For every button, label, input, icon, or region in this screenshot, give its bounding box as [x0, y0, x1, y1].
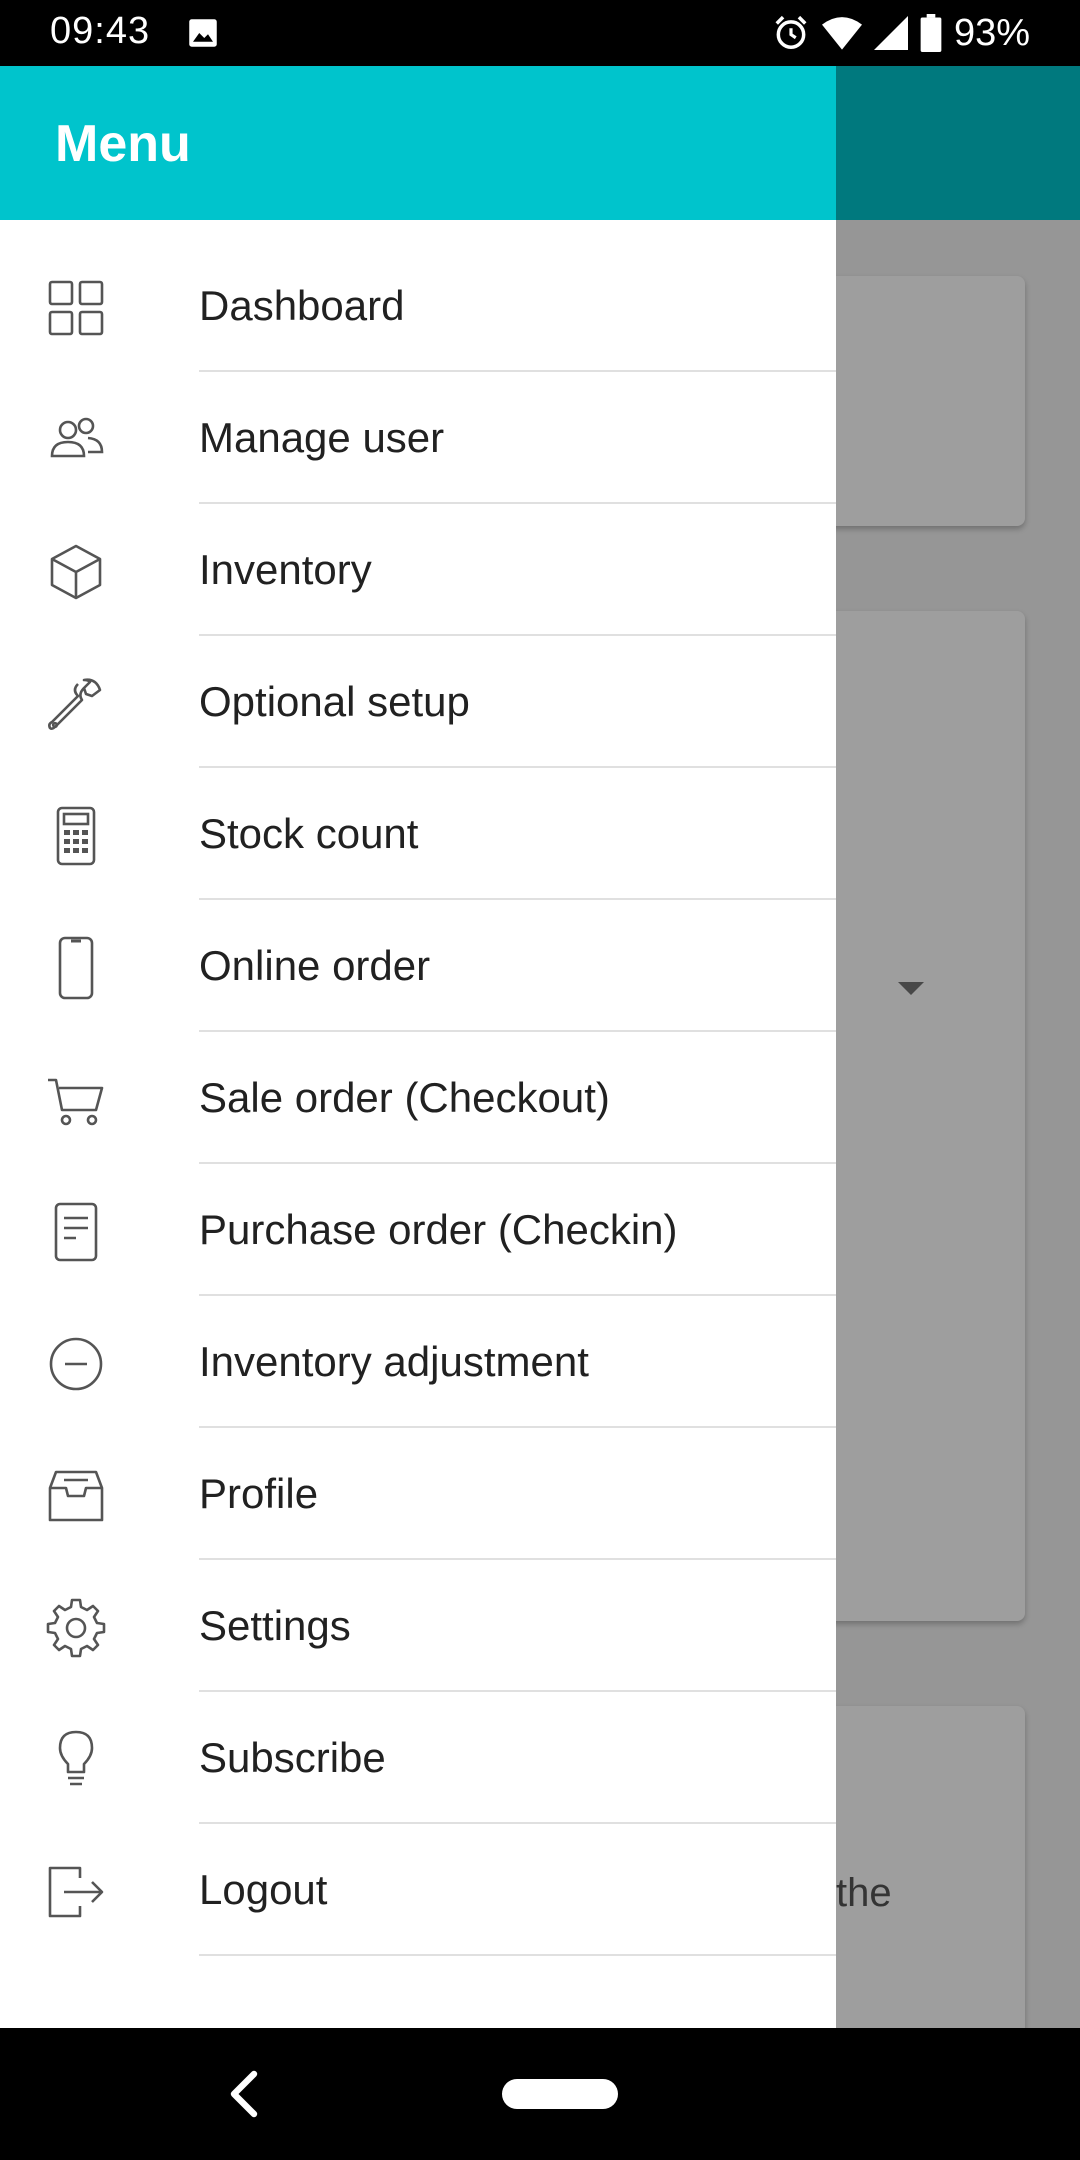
menu-list: Dashboard Manage user Inventory Optional…	[0, 220, 836, 1956]
minus-circle-icon	[44, 1332, 108, 1396]
menu-item-sale-order[interactable]: Sale order (Checkout)	[0, 1032, 836, 1164]
menu-item-manage-user[interactable]: Manage user	[0, 372, 836, 504]
battery-icon	[920, 14, 942, 52]
gear-icon	[44, 1596, 108, 1660]
drawer-header: Menu	[0, 66, 836, 220]
alarm-icon	[775, 15, 807, 49]
image-icon	[189, 19, 217, 47]
wrench-icon	[44, 672, 108, 736]
status-time: 09:43	[50, 10, 151, 52]
menu-item-dashboard[interactable]: Dashboard	[0, 240, 836, 372]
menu-item-stock-count[interactable]: Stock count	[0, 768, 836, 900]
battery-percent: 93%	[953, 11, 1030, 54]
menu-item-settings[interactable]: Settings	[0, 1560, 836, 1692]
menu-item-label: Manage user	[199, 414, 445, 461]
cart-icon	[44, 1068, 108, 1132]
menu-item-online-order[interactable]: Online order	[0, 900, 836, 1032]
menu-item-optional-setup[interactable]: Optional setup	[0, 636, 836, 768]
back-icon[interactable]	[222, 2068, 266, 2120]
navigation-drawer: Menu Dashboard Manage user Inventory Opt…	[0, 66, 836, 2028]
menu-item-label: Online order	[199, 942, 431, 989]
calculator-icon	[44, 804, 108, 868]
menu-item-purchase-order[interactable]: Purchase order (Checkin)	[0, 1164, 836, 1296]
menu-item-label: Stock count	[199, 810, 419, 857]
menu-item-subscribe[interactable]: Subscribe	[0, 1692, 836, 1824]
dashboard-grid-icon	[44, 276, 108, 340]
signal-icon	[873, 16, 908, 50]
divider	[199, 1954, 836, 1956]
menu-item-inventory-adjustment[interactable]: Inventory adjustment	[0, 1296, 836, 1428]
menu-item-profile[interactable]: Profile	[0, 1428, 836, 1560]
menu-item-label: Dashboard	[199, 282, 405, 329]
drawer-title: Menu	[55, 115, 191, 173]
menu-item-logout[interactable]: Logout	[0, 1824, 836, 1956]
lightbulb-icon	[44, 1728, 108, 1792]
menu-item-label: Purchase order (Checkin)	[199, 1206, 678, 1253]
users-icon	[44, 408, 108, 472]
home-pill[interactable]	[502, 2079, 618, 2109]
phone-icon	[44, 936, 108, 1000]
logout-icon	[44, 1860, 108, 1924]
menu-item-inventory[interactable]: Inventory	[0, 504, 836, 636]
box-icon	[44, 540, 108, 604]
system-nav-bar	[0, 2028, 1080, 2160]
menu-item-label: Logout	[199, 1866, 328, 1913]
document-icon	[44, 1200, 108, 1264]
menu-item-label: Optional setup	[199, 678, 470, 725]
wifi-icon	[821, 17, 862, 50]
menu-item-label: Profile	[199, 1470, 319, 1517]
menu-item-label: Subscribe	[199, 1734, 386, 1781]
status-bar: 09:43 93%	[0, 0, 1080, 66]
inbox-icon	[44, 1464, 108, 1528]
status-icons: 93%	[772, 10, 1030, 56]
menu-item-label: Inventory adjustment	[199, 1338, 589, 1385]
menu-item-label: Sale order (Checkout)	[199, 1074, 610, 1121]
menu-item-label: Inventory	[199, 546, 372, 593]
menu-item-label: Settings	[199, 1602, 351, 1649]
